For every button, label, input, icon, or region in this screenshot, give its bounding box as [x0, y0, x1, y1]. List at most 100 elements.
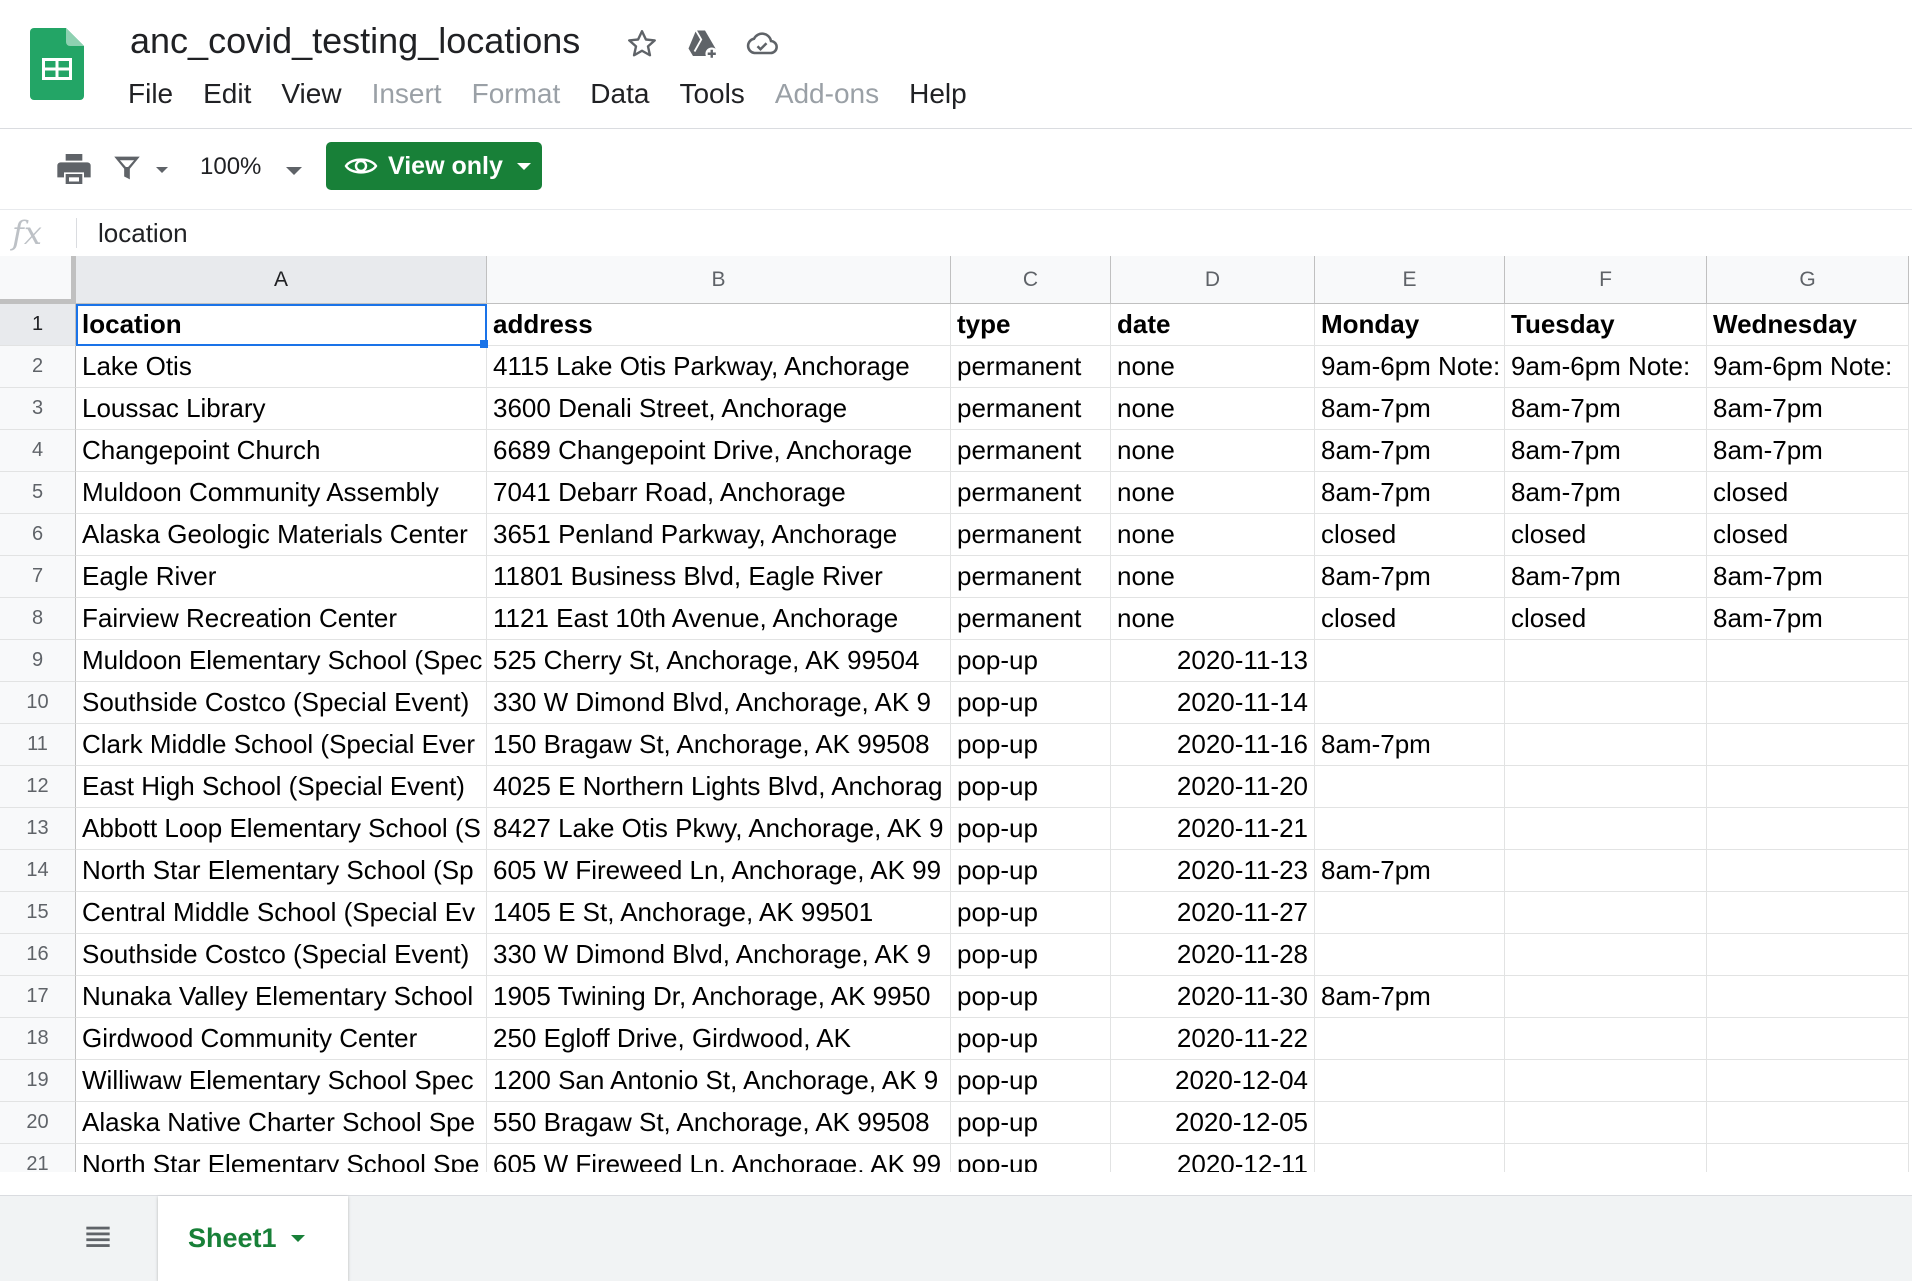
- filter-icon[interactable]: [110, 151, 144, 185]
- cell-c17[interactable]: pop-up: [951, 976, 1111, 1018]
- cell-d10[interactable]: 2020-11-14: [1111, 682, 1315, 724]
- cell-g17[interactable]: [1707, 976, 1909, 1018]
- cell-g20[interactable]: [1707, 1102, 1909, 1144]
- column-header-e[interactable]: E: [1315, 256, 1505, 304]
- row-header[interactable]: 12: [0, 766, 76, 808]
- cell-e2[interactable]: 9am-6pm Note:: [1315, 346, 1505, 388]
- cell-a16[interactable]: Southside Costco (Special Event): [76, 934, 487, 976]
- row-header[interactable]: 1: [0, 304, 76, 346]
- cell-f10[interactable]: [1505, 682, 1707, 724]
- menu-view[interactable]: View: [281, 78, 341, 118]
- cell-f7[interactable]: 8am-7pm: [1505, 556, 1707, 598]
- cell-f3[interactable]: 8am-7pm: [1505, 388, 1707, 430]
- cell-d13[interactable]: 2020-11-21: [1111, 808, 1315, 850]
- cell-a4[interactable]: Changepoint Church: [76, 430, 487, 472]
- cell-e6[interactable]: closed: [1315, 514, 1505, 556]
- cell-f14[interactable]: [1505, 850, 1707, 892]
- cell-a21[interactable]: North Star Elementary School Spe: [76, 1144, 487, 1172]
- cell-e1[interactable]: Monday: [1315, 304, 1505, 346]
- star-icon[interactable]: [624, 26, 660, 62]
- cell-b15[interactable]: 1405 E St, Anchorage, AK 99501: [487, 892, 951, 934]
- cell-a13[interactable]: Abbott Loop Elementary School (S: [76, 808, 487, 850]
- cell-a12[interactable]: East High School (Special Event): [76, 766, 487, 808]
- formula-input[interactable]: location: [98, 218, 188, 249]
- cell-d20[interactable]: 2020-12-05: [1111, 1102, 1315, 1144]
- cell-c12[interactable]: pop-up: [951, 766, 1111, 808]
- menu-tools[interactable]: Tools: [679, 78, 744, 118]
- cell-g19[interactable]: [1707, 1060, 1909, 1102]
- row-header[interactable]: 19: [0, 1060, 76, 1102]
- cell-e8[interactable]: closed: [1315, 598, 1505, 640]
- cell-e15[interactable]: [1315, 892, 1505, 934]
- cell-g9[interactable]: [1707, 640, 1909, 682]
- cell-a5[interactable]: Muldoon Community Assembly: [76, 472, 487, 514]
- document-title[interactable]: anc_covid_testing_locations: [130, 20, 580, 62]
- column-header-g[interactable]: G: [1707, 256, 1909, 304]
- cell-a6[interactable]: Alaska Geologic Materials Center: [76, 514, 487, 556]
- cell-d11[interactable]: 2020-11-16: [1111, 724, 1315, 766]
- cell-e17[interactable]: 8am-7pm: [1315, 976, 1505, 1018]
- cell-a1[interactable]: location: [76, 304, 487, 346]
- cell-d6[interactable]: none: [1111, 514, 1315, 556]
- cell-c18[interactable]: pop-up: [951, 1018, 1111, 1060]
- sheet-tab-sheet1[interactable]: Sheet1: [158, 1196, 348, 1281]
- cell-g3[interactable]: 8am-7pm: [1707, 388, 1909, 430]
- move-to-drive-icon[interactable]: [684, 26, 720, 62]
- cell-e19[interactable]: [1315, 1060, 1505, 1102]
- cell-c14[interactable]: pop-up: [951, 850, 1111, 892]
- cell-b21[interactable]: 605 W Fireweed Ln, Anchorage, AK 99: [487, 1144, 951, 1172]
- all-sheets-menu-icon[interactable]: [84, 1222, 112, 1250]
- row-header[interactable]: 20: [0, 1102, 76, 1144]
- cell-a17[interactable]: Nunaka Valley Elementary School: [76, 976, 487, 1018]
- cell-d7[interactable]: none: [1111, 556, 1315, 598]
- cell-b16[interactable]: 330 W Dimond Blvd, Anchorage, AK 9: [487, 934, 951, 976]
- column-header-c[interactable]: C: [951, 256, 1111, 304]
- zoom-dropdown-icon[interactable]: [286, 167, 302, 175]
- row-header[interactable]: 11: [0, 724, 76, 766]
- cell-d15[interactable]: 2020-11-27: [1111, 892, 1315, 934]
- row-header[interactable]: 10: [0, 682, 76, 724]
- cell-b17[interactable]: 1905 Twining Dr, Anchorage, AK 9950: [487, 976, 951, 1018]
- cell-a2[interactable]: Lake Otis: [76, 346, 487, 388]
- cell-g4[interactable]: 8am-7pm: [1707, 430, 1909, 472]
- cell-b6[interactable]: 3651 Penland Parkway, Anchorage: [487, 514, 951, 556]
- cell-e3[interactable]: 8am-7pm: [1315, 388, 1505, 430]
- cell-b20[interactable]: 550 Bragaw St, Anchorage, AK 99508: [487, 1102, 951, 1144]
- cell-g6[interactable]: closed: [1707, 514, 1909, 556]
- cell-e9[interactable]: [1315, 640, 1505, 682]
- menu-file[interactable]: File: [128, 78, 173, 118]
- cell-c1[interactable]: type: [951, 304, 1111, 346]
- column-header-f[interactable]: F: [1505, 256, 1707, 304]
- cell-c10[interactable]: pop-up: [951, 682, 1111, 724]
- cell-b12[interactable]: 4025 E Northern Lights Blvd, Anchorag: [487, 766, 951, 808]
- cell-c8[interactable]: permanent: [951, 598, 1111, 640]
- menu-add-ons[interactable]: Add-ons: [775, 78, 879, 118]
- cell-b13[interactable]: 8427 Lake Otis Pkwy, Anchorage, AK 9: [487, 808, 951, 850]
- cell-a9[interactable]: Muldoon Elementary School (Spec: [76, 640, 487, 682]
- fill-handle[interactable]: [480, 340, 488, 348]
- row-header[interactable]: 8: [0, 598, 76, 640]
- cell-e21[interactable]: [1315, 1144, 1505, 1172]
- menu-insert[interactable]: Insert: [372, 78, 442, 118]
- cell-f15[interactable]: [1505, 892, 1707, 934]
- cell-b14[interactable]: 605 W Fireweed Ln, Anchorage, AK 99: [487, 850, 951, 892]
- cell-g14[interactable]: [1707, 850, 1909, 892]
- column-header-d[interactable]: D: [1111, 256, 1315, 304]
- cell-f18[interactable]: [1505, 1018, 1707, 1060]
- cell-a18[interactable]: Girdwood Community Center: [76, 1018, 487, 1060]
- cell-g12[interactable]: [1707, 766, 1909, 808]
- cell-b9[interactable]: 525 Cherry St, Anchorage, AK 99504: [487, 640, 951, 682]
- zoom-select[interactable]: 100%: [200, 153, 261, 181]
- row-header[interactable]: 7: [0, 556, 76, 598]
- cell-g8[interactable]: 8am-7pm: [1707, 598, 1909, 640]
- cell-c19[interactable]: pop-up: [951, 1060, 1111, 1102]
- menu-data[interactable]: Data: [590, 78, 649, 118]
- cell-e20[interactable]: [1315, 1102, 1505, 1144]
- cell-b7[interactable]: 11801 Business Blvd, Eagle River: [487, 556, 951, 598]
- row-header[interactable]: 9: [0, 640, 76, 682]
- cell-f12[interactable]: [1505, 766, 1707, 808]
- cell-b19[interactable]: 1200 San Antonio St, Anchorage, AK 9: [487, 1060, 951, 1102]
- row-header[interactable]: 6: [0, 514, 76, 556]
- cell-g10[interactable]: [1707, 682, 1909, 724]
- cell-g5[interactable]: closed: [1707, 472, 1909, 514]
